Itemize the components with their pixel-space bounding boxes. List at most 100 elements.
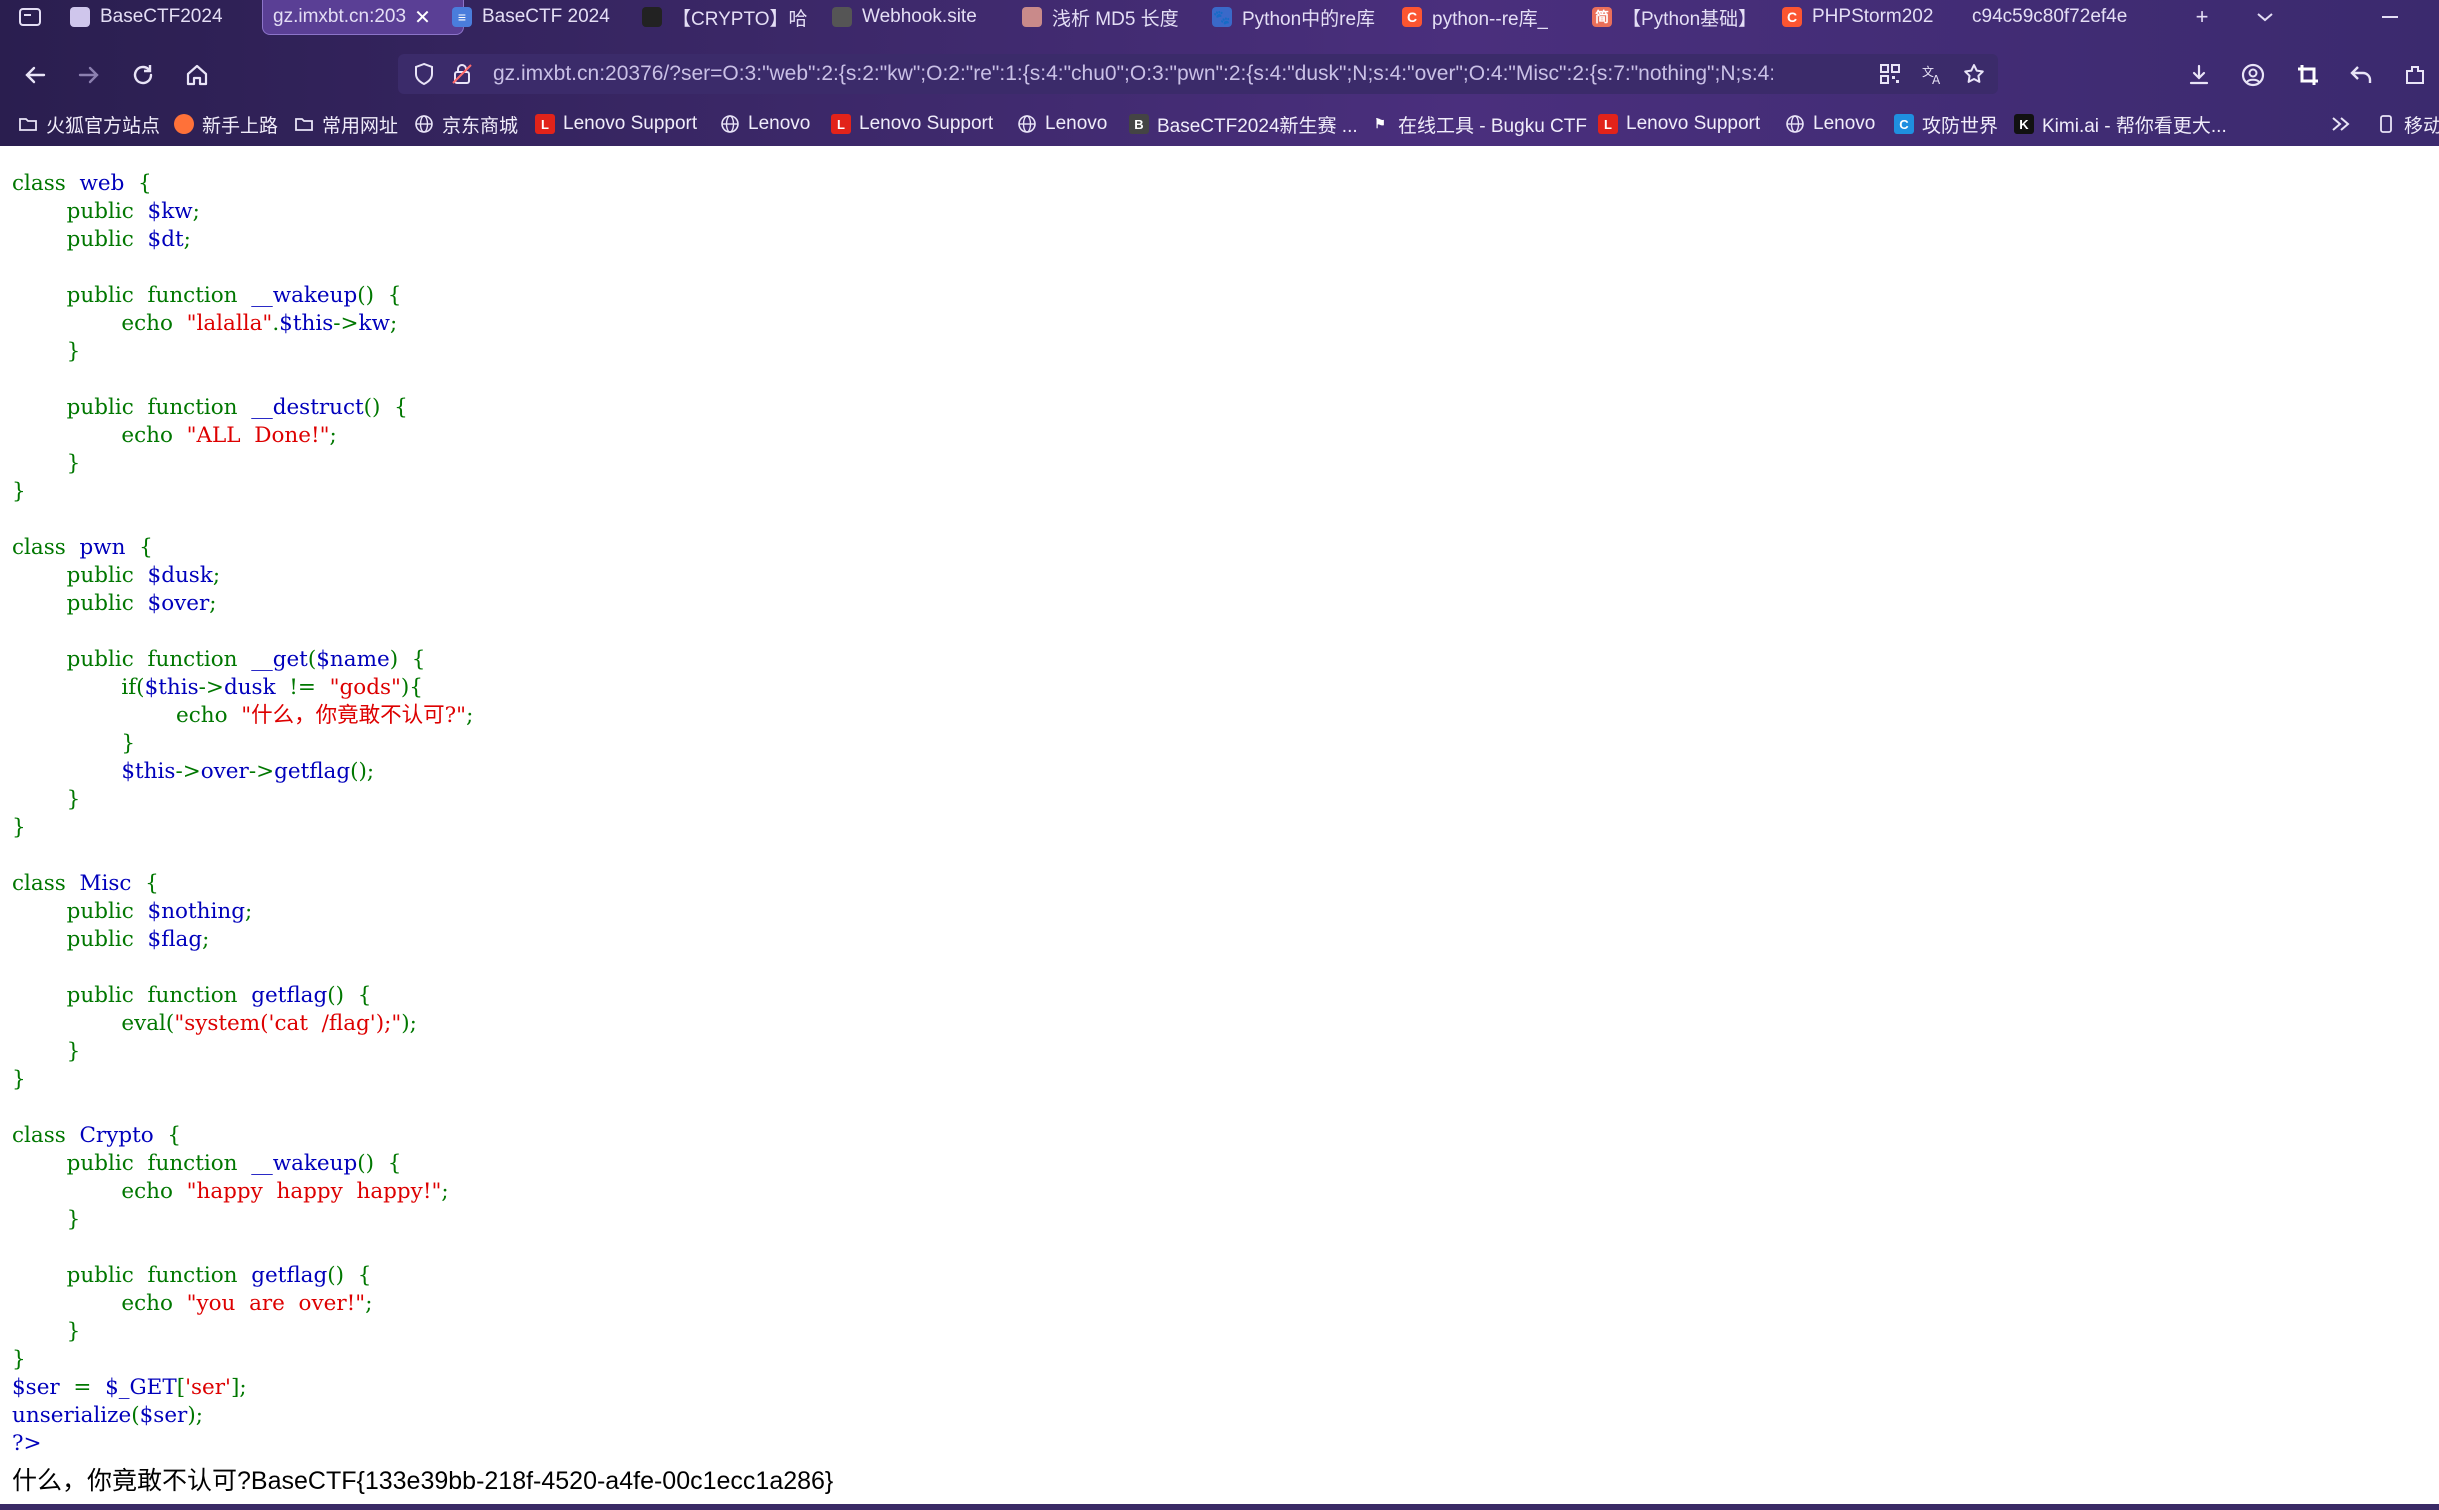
tab-3[interactable]: 【CRYPTO】哈 — [642, 0, 812, 34]
code-token: $over — [147, 591, 210, 616]
code-token: public — [12, 591, 148, 616]
code-token: class — [12, 535, 80, 560]
more-bookmarks-chevron-icon[interactable] — [2330, 110, 2352, 138]
code-token: { — [139, 535, 153, 560]
code-token: != — [289, 675, 330, 700]
bookmark-item[interactable]: C 攻防世界 — [1894, 110, 1998, 138]
bookmark-item[interactable]: ⚑ 在线工具 - Bugku CTF — [1370, 110, 1587, 138]
tab-9[interactable]: C PHPStorm202 — [1782, 0, 1952, 34]
webhook-icon — [832, 7, 852, 27]
bookmark-item[interactable]: L Lenovo Support — [1598, 110, 1760, 138]
bookmark-item[interactable]: Lenovo — [1785, 110, 1875, 138]
code-line: echo "lalalla".$this->kw; — [12, 310, 2412, 338]
back-button[interactable] — [18, 58, 52, 92]
tab-8[interactable]: 简【Python基础】 — [1592, 0, 1762, 34]
flag-icon: ⚑ — [1374, 116, 1386, 131]
nav-bar: gz.imxbt.cn:20376/?ser=O:3:"web":2:{s:2:… — [0, 50, 2439, 96]
tab-list-chevron-icon[interactable] — [2248, 0, 2282, 34]
crop-screenshot-icon[interactable] — [2291, 58, 2325, 92]
bookmark-item[interactable]: L Lenovo Support — [535, 110, 697, 138]
tab-sidebar-toggle-icon[interactable] — [10, 0, 50, 34]
undo-icon[interactable] — [2344, 58, 2378, 92]
tab-6[interactable]: 🐾 Python中的re库 — [1212, 0, 1382, 34]
lock-warning-icon[interactable] — [448, 60, 476, 88]
reload-button[interactable] — [126, 58, 160, 92]
tab-2[interactable]: ≡ BaseCTF 2024 — [452, 0, 622, 34]
bookmark-item[interactable]: 移动 — [2376, 110, 2439, 138]
bookmark-item[interactable]: Lenovo — [1017, 110, 1107, 138]
code-token: () { — [363, 395, 408, 420]
tab-1[interactable]: gz.imxbt.cn:203 ✕ — [262, 0, 464, 35]
tab-0[interactable]: BaseCTF2024 — [70, 0, 240, 34]
code-line: class web { — [12, 170, 2412, 198]
code-token: $dusk — [147, 563, 213, 588]
bookmark-item[interactable]: B BaseCTF2024新生赛 ... — [1129, 110, 1358, 138]
code-token: } — [12, 339, 81, 364]
bookmark-label: 移动 — [2404, 115, 2439, 137]
code-line: } — [12, 730, 2412, 758]
tab-5[interactable]: 浅析 MD5 长度 — [1022, 0, 1192, 34]
code-token: echo — [12, 703, 242, 728]
browser-chrome: BaseCTF2024 gz.imxbt.cn:203 ✕ ≡ BaseCTF 2024… — [0, 0, 2439, 146]
tab-10[interactable]: c94c59c80f72ef4e — [1972, 0, 2162, 34]
code-line: } — [12, 1206, 2412, 1234]
code-token: __wakeup — [251, 283, 358, 308]
code-token: Crypto — [79, 1123, 168, 1148]
code-token: $name — [316, 647, 390, 672]
code-token: $flag — [147, 927, 203, 952]
code-token: eval( — [12, 1011, 175, 1036]
tab-4[interactable]: Webhook.site — [832, 0, 1002, 34]
code-token: ){ — [400, 675, 423, 700]
tab-7[interactable]: Cpython--re库_ — [1402, 0, 1572, 34]
qr-code-icon[interactable] — [1876, 60, 1904, 88]
new-tab-button[interactable]: + — [2185, 0, 2219, 34]
bookmark-star-icon[interactable] — [1960, 60, 1988, 88]
downloads-icon[interactable] — [2182, 58, 2216, 92]
page-content: class web { public $kw; public $dt; publ… — [12, 170, 2412, 1498]
code-token: class — [12, 871, 80, 896]
address-bar[interactable]: gz.imxbt.cn:20376/?ser=O:3:"web":2:{s:2:… — [398, 54, 1998, 94]
code-token: "gods" — [329, 675, 401, 700]
code-token: __destruct — [251, 395, 364, 420]
code-line: $this->over->getflag(); — [12, 758, 2412, 786]
back-arrow-icon — [25, 66, 46, 84]
bookmark-item[interactable]: 京东商城 — [414, 110, 518, 138]
bookmark-label: 火狐官方站点 — [46, 115, 161, 137]
code-token: public — [12, 563, 148, 588]
bookmark-item[interactable]: 新手上路 — [174, 110, 278, 138]
bookmark-item[interactable]: Lenovo — [720, 110, 810, 138]
tab-label: gz.imxbt.cn:203 — [273, 6, 407, 27]
code-token: () { — [327, 1263, 372, 1288]
close-tab-icon[interactable]: ✕ — [414, 5, 431, 30]
code-token: public — [12, 899, 148, 924]
code-token: public function — [12, 1151, 252, 1176]
extensions-icon[interactable] — [2398, 58, 2432, 92]
code-token: getflag — [251, 983, 328, 1008]
code-token: } — [12, 815, 26, 840]
code-token: 'ser' — [185, 1375, 231, 1400]
code-token: ; — [389, 311, 398, 336]
code-token: kw — [358, 311, 390, 336]
code-token: ; — [209, 591, 217, 616]
lenovo-icon: L — [535, 114, 555, 134]
home-button[interactable] — [180, 58, 214, 92]
forward-button[interactable] — [72, 58, 106, 92]
translate-icon[interactable]: 文A — [1918, 60, 1946, 88]
bookmark-item[interactable]: L Lenovo Support — [831, 110, 993, 138]
home-icon — [186, 64, 208, 86]
shield-icon[interactable] — [410, 60, 438, 88]
tab-label: c94c59c80f72ef4e — [1972, 6, 2128, 27]
account-icon[interactable] — [2236, 58, 2270, 92]
minimize-window-button[interactable] — [2370, 0, 2410, 34]
code-line: } — [12, 814, 2412, 842]
mobile-icon — [2376, 114, 2396, 134]
document-icon: ≡ — [452, 7, 472, 27]
bookmark-item[interactable]: 火狐官方站点 — [18, 110, 160, 138]
url-text[interactable]: gz.imxbt.cn:20376/?ser=O:3:"web":2:{s:2:… — [493, 54, 1773, 94]
bookmark-item[interactable]: 常用网址 — [294, 110, 398, 138]
code-token: "ALL Done!" — [186, 423, 330, 448]
bookmark-item[interactable]: K Kimi.ai - 帮你看更大... — [2014, 110, 2227, 138]
